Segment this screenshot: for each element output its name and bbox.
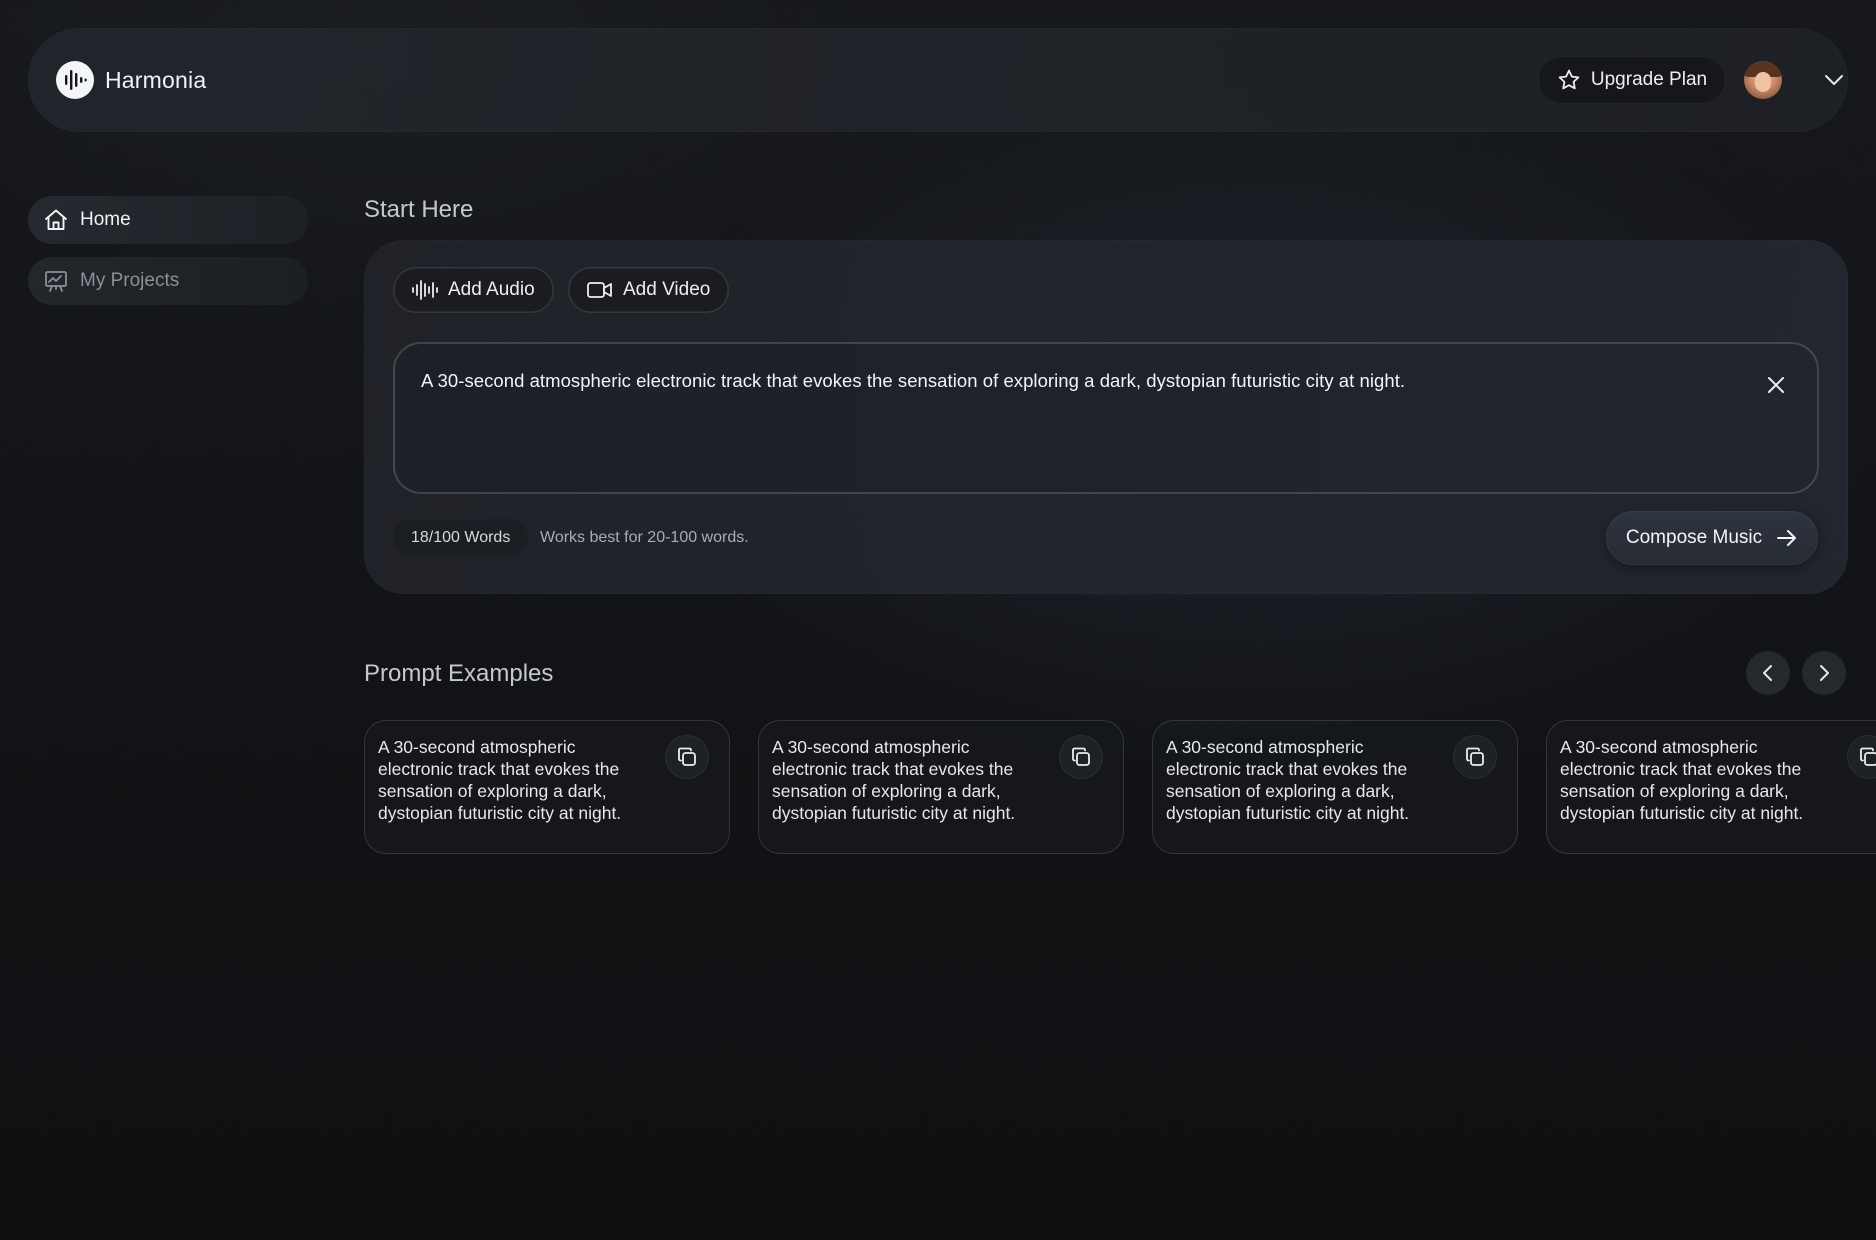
add-video-label: Add Video xyxy=(623,279,711,300)
chevron-left-icon xyxy=(1758,663,1778,683)
audio-waveform-icon xyxy=(411,279,439,301)
upgrade-plan-label: Upgrade Plan xyxy=(1590,69,1708,90)
arrow-right-icon xyxy=(1776,528,1798,548)
waveform-logo-icon xyxy=(56,61,94,99)
close-icon xyxy=(1766,375,1786,395)
copy-prompt-button[interactable] xyxy=(1453,735,1497,779)
word-count-hint: Works best for 20-100 words. xyxy=(540,529,749,546)
sidebar-item-home[interactable]: Home xyxy=(28,196,308,244)
copy-prompt-button[interactable] xyxy=(1847,735,1876,779)
examples-next-button[interactable] xyxy=(1802,651,1846,695)
copy-icon xyxy=(1069,745,1093,769)
prompt-input-value: A 30-second atmospheric electronic track… xyxy=(421,370,1406,391)
add-video-button[interactable]: Add Video xyxy=(568,267,729,313)
app-name: Harmonia xyxy=(105,66,207,93)
prompt-example-text: A 30-second atmospheric electronic track… xyxy=(772,737,1016,823)
compose-music-button[interactable]: Compose Music xyxy=(1606,511,1818,565)
sidebar-item-my-projects[interactable]: My Projects xyxy=(28,257,308,305)
prompt-examples-title: Prompt Examples xyxy=(364,660,554,687)
word-count-badge: 18/100 Words xyxy=(393,519,529,557)
copy-icon xyxy=(675,745,699,769)
copy-prompt-button[interactable] xyxy=(665,735,709,779)
prompt-example-card[interactable]: A 30-second atmospheric electronic track… xyxy=(758,720,1124,854)
start-here-title: Start Here xyxy=(364,196,474,223)
copy-prompt-button[interactable] xyxy=(1059,735,1103,779)
app-logo[interactable]: Harmonia xyxy=(56,61,206,99)
star-icon xyxy=(1557,68,1581,92)
compose-music-label: Compose Music xyxy=(1625,527,1763,548)
prompt-input[interactable]: A 30-second atmospheric electronic track… xyxy=(393,342,1819,494)
copy-icon xyxy=(1857,745,1876,769)
compose-panel: Add Audio Add Video A 30-second atmosphe… xyxy=(364,240,1848,594)
prompt-example-card[interactable]: A 30-second atmospheric electronic track… xyxy=(364,720,730,854)
clear-prompt-button[interactable] xyxy=(1763,372,1789,398)
upgrade-plan-button[interactable]: Upgrade Plan xyxy=(1538,56,1726,104)
home-icon xyxy=(43,207,69,233)
copy-icon xyxy=(1463,745,1487,769)
sidebar-item-label: My Projects xyxy=(80,270,180,291)
user-avatar[interactable] xyxy=(1744,61,1782,99)
prompt-example-text: A 30-second atmospheric electronic track… xyxy=(378,737,622,823)
add-audio-label: Add Audio xyxy=(448,279,535,300)
prompt-example-text: A 30-second atmospheric electronic track… xyxy=(1166,737,1410,823)
examples-prev-button[interactable] xyxy=(1746,651,1790,695)
sidebar-item-label: Home xyxy=(80,209,131,230)
projects-chart-icon xyxy=(43,268,69,294)
top-bar: Harmonia Upgrade Plan xyxy=(28,28,1848,132)
add-audio-button[interactable]: Add Audio xyxy=(393,267,554,313)
chevron-right-icon xyxy=(1814,663,1834,683)
prompt-example-card[interactable]: A 30-second atmospheric electronic track… xyxy=(1546,720,1876,854)
chevron-down-icon[interactable] xyxy=(1822,68,1846,92)
video-camera-icon xyxy=(586,279,614,301)
prompt-example-card[interactable]: A 30-second atmospheric electronic track… xyxy=(1152,720,1518,854)
prompt-example-text: A 30-second atmospheric electronic track… xyxy=(1560,737,1804,823)
